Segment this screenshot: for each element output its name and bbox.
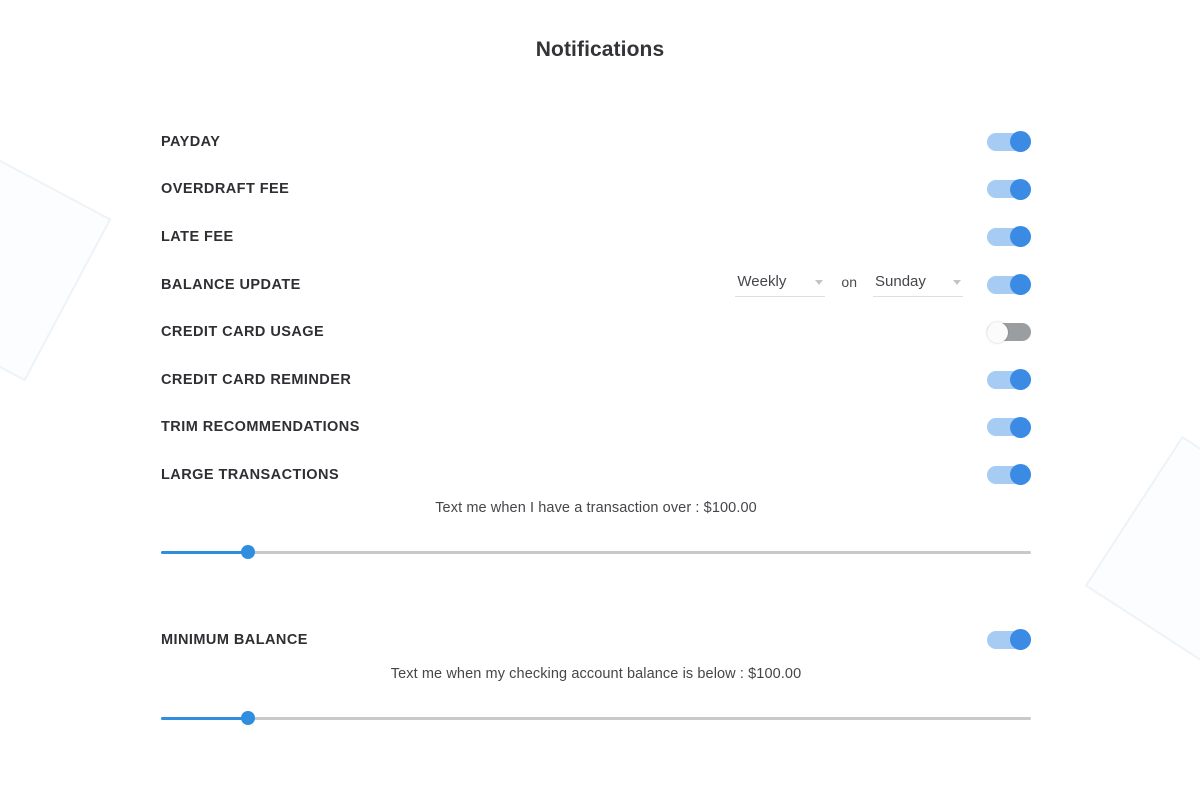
slider-rail <box>161 551 1031 554</box>
notification-row-overdraft-fee: OVERDRAFT FEE <box>161 166 1031 214</box>
toggle-knob <box>1010 274 1031 296</box>
toggle-overdraft-fee[interactable] <box>987 178 1031 200</box>
chevron-down-icon <box>815 279 824 285</box>
row-controls: Weekly on Sunday <box>735 261 1031 309</box>
notification-label: OVERDRAFT FEE <box>161 181 290 198</box>
frequency-select[interactable]: Weekly <box>735 272 826 297</box>
slider-thumb[interactable] <box>241 545 255 559</box>
page-title: Notifications <box>535 38 665 61</box>
minimum-balance-row-inner: MINIMUM BALANCE <box>161 616 1031 664</box>
toggle-knob <box>1010 178 1031 200</box>
row-controls <box>987 451 1031 499</box>
notification-label: CREDIT CARD USAGE <box>161 324 325 341</box>
chevron-down-icon <box>953 279 961 285</box>
schedule-conjunction: on <box>841 273 857 290</box>
toggle-credit-card-usage[interactable] <box>987 321 1031 343</box>
large-transactions-caption: Text me when I have a transaction over :… <box>435 500 757 516</box>
toggle-knob <box>1010 369 1031 391</box>
notification-label: TRIM RECOMMENDATIONS <box>161 419 360 436</box>
notification-row-trim-recommendations: TRIM RECOMMENDATIONS <box>161 404 1031 452</box>
balance-update-schedule: Weekly on Sunday <box>735 273 963 297</box>
notification-row-balance-update: BALANCE UPDATE Weekly on Sunday <box>161 261 1031 309</box>
toggle-late-fee[interactable] <box>987 226 1031 248</box>
row-controls <box>987 166 1031 214</box>
toggle-payday[interactable] <box>987 131 1031 153</box>
notification-label: BALANCE UPDATE <box>161 276 301 293</box>
notification-label: PAYDAY <box>161 133 221 150</box>
toggle-knob <box>987 321 1008 343</box>
slider-fill <box>161 717 248 720</box>
notification-row-credit-card-reminder: CREDIT CARD REMINDER <box>161 356 1031 404</box>
minimum-balance-slider[interactable] <box>161 708 1031 728</box>
minimum-balance-label: MINIMUM BALANCE <box>161 631 308 648</box>
frequency-select-value: Weekly <box>737 272 787 290</box>
notification-row-credit-card-usage: CREDIT CARD USAGE <box>161 308 1031 356</box>
toggle-knob <box>1010 226 1031 248</box>
row-controls <box>987 308 1031 356</box>
minimum-balance-slider-section: Text me when my checking account balance… <box>161 666 1031 728</box>
toggle-credit-card-reminder[interactable] <box>987 369 1031 391</box>
notification-label: LARGE TRANSACTIONS <box>161 466 340 483</box>
toggle-knob <box>1010 416 1031 438</box>
day-select[interactable]: Sunday <box>873 273 963 297</box>
toggle-knob <box>1010 131 1031 153</box>
notification-row-payday: PAYDAY <box>161 118 1031 166</box>
notification-row-large-transactions: LARGE TRANSACTIONS <box>161 451 1031 499</box>
notifications-page: Notifications PAYDAY OVERDRAFT FEE LATE … <box>0 0 1200 800</box>
row-controls <box>987 213 1031 261</box>
slider-thumb[interactable] <box>241 711 255 725</box>
toggle-large-transactions[interactable] <box>987 464 1031 486</box>
toggle-balance-update[interactable] <box>987 274 1031 296</box>
toggle-knob <box>1010 629 1031 651</box>
row-controls <box>987 616 1031 664</box>
slider-fill <box>161 551 248 554</box>
day-select-value: Sunday <box>875 272 926 290</box>
toggle-minimum-balance[interactable] <box>987 629 1031 651</box>
notification-row-late-fee: LATE FEE <box>161 213 1031 261</box>
minimum-balance-caption: Text me when my checking account balance… <box>390 666 802 682</box>
large-transactions-slider-section: Text me when I have a transaction over :… <box>161 500 1031 562</box>
row-controls <box>987 118 1031 166</box>
notification-label: CREDIT CARD REMINDER <box>161 371 352 388</box>
large-transactions-slider[interactable] <box>161 542 1031 562</box>
slider-rail <box>161 717 1031 720</box>
toggle-knob <box>1010 464 1031 486</box>
notification-settings-list: PAYDAY OVERDRAFT FEE LATE FEE BALANCE UP… <box>161 118 1031 499</box>
row-controls <box>987 356 1031 404</box>
notification-label: LATE FEE <box>161 228 234 245</box>
row-controls <box>987 404 1031 452</box>
toggle-trim-recommendations[interactable] <box>987 416 1031 438</box>
notification-row-minimum-balance: MINIMUM BALANCE <box>161 616 1031 664</box>
